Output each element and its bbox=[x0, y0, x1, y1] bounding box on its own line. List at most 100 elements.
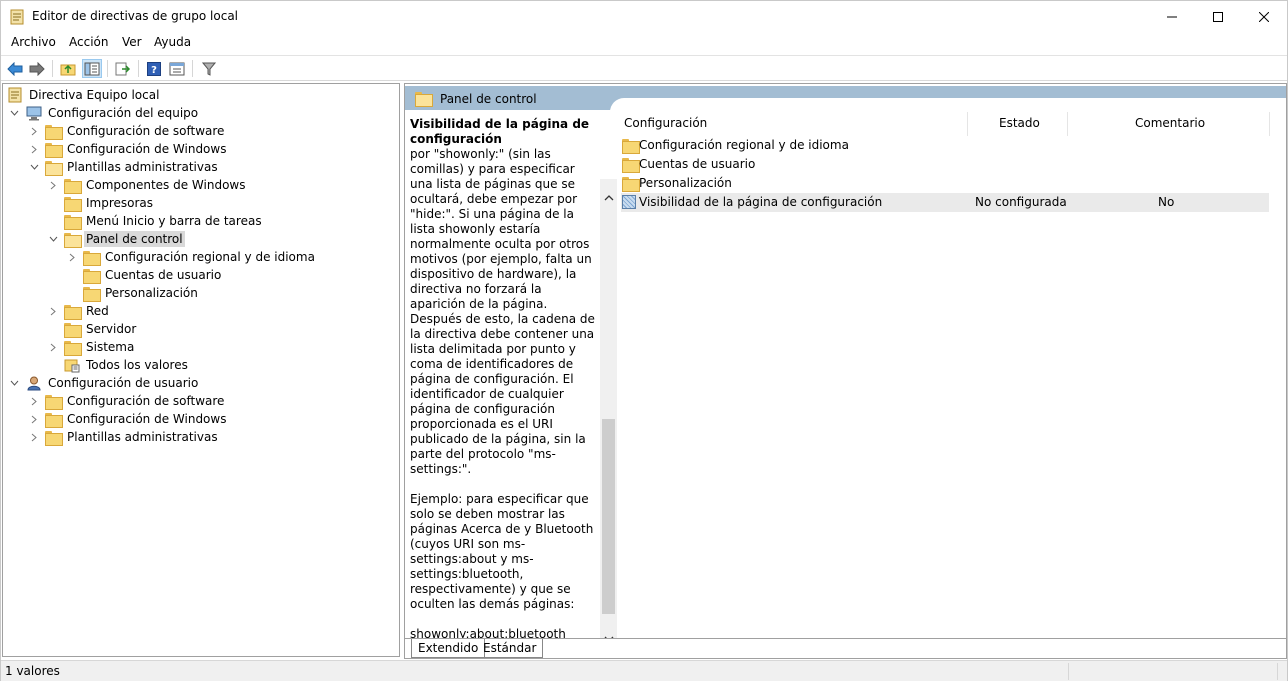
tree-node-user-config[interactable]: Configuración de usuario bbox=[26, 374, 200, 392]
folder-icon bbox=[622, 158, 640, 173]
menu-ver[interactable]: Ver bbox=[122, 35, 142, 49]
folder-open-icon bbox=[64, 232, 82, 248]
folder-icon bbox=[64, 340, 82, 356]
details-header-title: Panel de control bbox=[440, 92, 537, 106]
properties-button[interactable] bbox=[167, 59, 187, 78]
description-scrollbar[interactable] bbox=[600, 179, 617, 638]
tree-node-u-admin-templates[interactable]: Plantillas administrativas bbox=[45, 428, 220, 446]
tree-node-control-panel[interactable]: Panel de control bbox=[64, 230, 185, 248]
expand-arrow-icon[interactable] bbox=[30, 433, 39, 442]
folder-icon bbox=[83, 286, 101, 302]
policy-editor-app-icon bbox=[10, 9, 24, 25]
folder-icon bbox=[64, 214, 82, 230]
menu-archivo[interactable]: Archivo bbox=[11, 35, 56, 49]
column-header-comment[interactable]: Comentario bbox=[1135, 116, 1205, 130]
minimize-icon bbox=[1167, 16, 1177, 17]
tab-standard[interactable]: Estándar bbox=[477, 639, 544, 658]
list-item[interactable]: Configuración regional y de idioma bbox=[621, 136, 1269, 155]
expand-arrow-icon[interactable] bbox=[30, 127, 39, 136]
tree-node-printers[interactable]: Impresoras bbox=[64, 194, 155, 212]
folder-icon bbox=[64, 196, 82, 212]
menu-accion[interactable]: Acción bbox=[69, 35, 108, 49]
expand-arrow-icon[interactable] bbox=[68, 253, 77, 262]
tree-node-u-windows[interactable]: Configuración de Windows bbox=[45, 410, 228, 428]
column-header-setting[interactable]: Configuración bbox=[624, 116, 707, 130]
back-button[interactable] bbox=[5, 59, 25, 78]
export-list-icon bbox=[115, 62, 131, 75]
tree-node-server[interactable]: Servidor bbox=[64, 320, 138, 338]
expand-arrow-icon[interactable] bbox=[49, 343, 58, 352]
help-button[interactable]: ? bbox=[144, 59, 164, 78]
list-header: Configuración Estado Comentario bbox=[617, 110, 1286, 136]
collapse-arrow-icon[interactable] bbox=[10, 109, 19, 118]
expand-arrow-icon[interactable] bbox=[30, 145, 39, 154]
forward-button[interactable] bbox=[27, 59, 47, 78]
folder-icon bbox=[45, 142, 63, 158]
export-list-button[interactable] bbox=[113, 59, 133, 78]
folder-open-icon bbox=[45, 160, 63, 176]
tab-extended[interactable]: Extendido bbox=[411, 639, 486, 658]
list-item[interactable]: Personalización bbox=[621, 174, 1269, 193]
tree-node-all-values[interactable]: Todos los valores bbox=[64, 356, 190, 374]
details-pane: Panel de control Visibilidad de la págin… bbox=[404, 83, 1287, 659]
tree-node-system[interactable]: Sistema bbox=[64, 338, 136, 356]
folder-icon bbox=[64, 304, 82, 320]
title-bar: Editor de directivas de grupo local bbox=[1, 1, 1287, 32]
folder-icon bbox=[45, 394, 63, 410]
expand-arrow-icon[interactable] bbox=[49, 307, 58, 316]
status-text: 1 valores bbox=[5, 664, 60, 678]
policy-state: No configurada bbox=[975, 195, 1067, 209]
description-body: por "showonly:" (sin las comillas) y par… bbox=[410, 147, 595, 638]
show-hide-tree-icon bbox=[84, 62, 100, 75]
tree-node-start-menu[interactable]: Menú Inicio y barra de tareas bbox=[64, 212, 264, 230]
chevron-up-icon bbox=[604, 195, 613, 201]
up-folder-icon bbox=[60, 64, 76, 75]
folder-icon bbox=[622, 139, 640, 154]
forward-arrow-icon bbox=[29, 61, 45, 76]
tree-node-user-accounts[interactable]: Cuentas de usuario bbox=[83, 266, 223, 284]
properties-icon bbox=[169, 62, 185, 75]
folder-icon bbox=[45, 430, 63, 446]
policy-setting-icon bbox=[622, 195, 636, 209]
tree-node-u-software[interactable]: Configuración de software bbox=[45, 392, 226, 410]
folder-icon bbox=[83, 250, 101, 266]
filter-icon bbox=[202, 62, 216, 76]
column-header-state[interactable]: Estado bbox=[999, 116, 1040, 130]
policy-row[interactable]: Visibilidad de la página de configuració… bbox=[621, 193, 1269, 212]
show-hide-tree-button[interactable] bbox=[82, 59, 102, 78]
tree-node-c-windows[interactable]: Configuración de Windows bbox=[45, 140, 228, 158]
tree-node-c-software[interactable]: Configuración de software bbox=[45, 122, 226, 140]
tree-node-root[interactable]: Directiva Equipo local bbox=[7, 86, 161, 104]
tree-node-windows-components[interactable]: Componentes de Windows bbox=[64, 176, 248, 194]
minimize-button[interactable] bbox=[1149, 1, 1195, 32]
settings-list: Configuración Estado Comentario Configur… bbox=[617, 110, 1286, 638]
description-title: Visibilidad de la página de configuració… bbox=[410, 117, 590, 146]
expand-arrow-icon[interactable] bbox=[30, 397, 39, 406]
folder-icon bbox=[45, 412, 63, 428]
view-tabs: Extendido Estándar bbox=[405, 638, 1286, 658]
maximize-button[interactable] bbox=[1195, 1, 1241, 32]
up-one-level-button[interactable] bbox=[58, 59, 78, 78]
collapse-arrow-icon[interactable] bbox=[30, 163, 39, 172]
menu-ayuda[interactable]: Ayuda bbox=[154, 35, 191, 49]
policy-document-icon bbox=[8, 87, 22, 103]
close-button[interactable] bbox=[1241, 1, 1287, 32]
scroll-down-button[interactable] bbox=[600, 631, 617, 638]
tree-node-computer-config[interactable]: Configuración del equipo bbox=[26, 104, 200, 122]
list-item[interactable]: Cuentas de usuario bbox=[621, 155, 1269, 174]
user-icon bbox=[27, 376, 41, 390]
scroll-up-button[interactable] bbox=[600, 189, 617, 206]
expand-arrow-icon[interactable] bbox=[30, 415, 39, 424]
tree-node-network[interactable]: Red bbox=[64, 302, 111, 320]
all-settings-icon bbox=[64, 359, 80, 372]
tree-node-c-admin-templates[interactable]: Plantillas administrativas bbox=[45, 158, 220, 176]
scroll-thumb[interactable] bbox=[602, 419, 615, 614]
tree-node-personalization[interactable]: Personalización bbox=[83, 284, 200, 302]
collapse-arrow-icon[interactable] bbox=[10, 379, 19, 388]
filter-button[interactable] bbox=[199, 59, 219, 78]
folder-icon bbox=[64, 178, 82, 194]
tree-node-regional[interactable]: Configuración regional y de idioma bbox=[83, 248, 317, 266]
tree-pane: Directiva Equipo local Configuración del… bbox=[2, 83, 400, 657]
expand-arrow-icon[interactable] bbox=[49, 181, 58, 190]
collapse-arrow-icon[interactable] bbox=[49, 235, 58, 244]
